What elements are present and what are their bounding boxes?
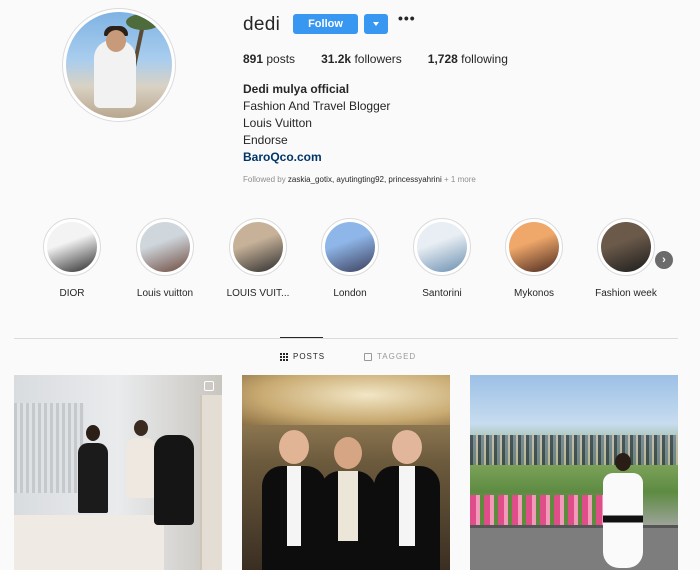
followed-by-prefix: Followed by xyxy=(243,175,288,184)
highlight-cover xyxy=(509,222,559,272)
tabs-divider xyxy=(14,338,678,339)
highlight-label: DIOR xyxy=(59,288,85,299)
highlight-item[interactable]: LOUIS VUIT... xyxy=(218,218,298,299)
tab-tagged-label: TAGGED xyxy=(377,352,417,361)
bio-line: Endorse xyxy=(243,133,288,147)
following-count: 1,728 xyxy=(427,52,458,66)
posts-stat: 891 posts xyxy=(243,52,295,66)
full-name: Dedi mulya official xyxy=(243,82,350,96)
highlight-cover xyxy=(140,222,190,272)
profile-avatar[interactable] xyxy=(66,12,172,118)
follow-button[interactable]: Follow xyxy=(293,14,358,34)
profile-stats: 891 posts 31.2k followers 1,728 followin… xyxy=(243,52,534,66)
suggested-dropdown-button[interactable] xyxy=(364,14,388,34)
tab-posts[interactable]: POSTS xyxy=(280,352,325,361)
active-tab-indicator xyxy=(280,337,323,338)
chevron-down-icon xyxy=(373,22,379,26)
highlight-cover xyxy=(47,222,97,272)
highlight-item[interactable]: Louis vuitton xyxy=(125,218,205,299)
multi-photo-icon xyxy=(204,381,214,391)
highlight-ring xyxy=(136,218,194,276)
person-figure xyxy=(76,425,110,555)
highlight-ring xyxy=(413,218,471,276)
followers-stat-label: followers xyxy=(354,52,402,66)
followers-count: 31.2k xyxy=(321,52,352,66)
window-blinds xyxy=(14,403,84,493)
palm-leaves xyxy=(126,14,160,30)
shelf xyxy=(200,395,222,570)
post-thumbnail[interactable] xyxy=(242,375,450,570)
person-figure xyxy=(374,430,440,570)
tab-posts-label: POSTS xyxy=(293,352,326,361)
username: dedi xyxy=(243,14,281,35)
highlight-label: Fashion week xyxy=(595,288,657,299)
highlight-item[interactable]: DIOR xyxy=(32,218,112,299)
highlight-item[interactable]: Fashion week xyxy=(586,218,666,299)
avatar-head xyxy=(106,30,126,52)
highlight-cover xyxy=(233,222,283,272)
highlight-item[interactable]: Mykonos xyxy=(494,218,574,299)
highlight-label: Mykonos xyxy=(513,288,554,299)
followed-by-more: + 1 more xyxy=(441,175,476,184)
post-thumbnail[interactable] xyxy=(470,375,678,570)
following-stat-label: following xyxy=(461,52,508,66)
highlight-ring xyxy=(597,218,655,276)
mannequin-dress xyxy=(154,435,194,525)
post-thumbnail[interactable] xyxy=(14,375,222,570)
person-figure xyxy=(598,453,648,570)
highlight-ring xyxy=(229,218,287,276)
grid-icon xyxy=(280,352,288,361)
highlight-label: Santorini xyxy=(422,288,462,299)
highlight-label: Louis vuitton xyxy=(136,288,194,299)
highlight-label: London xyxy=(333,288,367,299)
posts-stat-label: posts xyxy=(266,52,296,66)
highlight-item[interactable]: London xyxy=(310,218,390,299)
followers-stat[interactable]: 31.2k followers xyxy=(321,52,402,66)
highlight-cover xyxy=(325,222,375,272)
website-link[interactable]: BaroQco.com xyxy=(243,150,322,164)
posts-count: 891 xyxy=(243,52,264,66)
ceiling-lights xyxy=(242,375,450,425)
tab-tagged[interactable]: TAGGED xyxy=(364,352,416,361)
person-figure xyxy=(262,430,326,570)
highlight-label: LOUIS VUIT... xyxy=(226,288,290,299)
person-figure xyxy=(124,420,158,550)
tag-icon xyxy=(364,352,372,361)
highlight-cover xyxy=(417,222,467,272)
followed-by-users: zaskia_gotix, ayutingting92, princessyah… xyxy=(287,175,442,184)
bio-line: Louis Vuitton xyxy=(243,116,312,130)
person-figure xyxy=(320,437,376,570)
following-stat[interactable]: 1,728 following xyxy=(428,52,508,66)
more-options-icon[interactable]: ••• xyxy=(398,10,416,26)
chevron-right-icon[interactable]: › xyxy=(655,251,673,269)
highlight-ring xyxy=(43,218,101,276)
flower-bed xyxy=(470,495,610,525)
bio-line: Fashion And Travel Blogger xyxy=(243,99,391,113)
highlight-ring xyxy=(321,218,379,276)
highlight-ring xyxy=(505,218,563,276)
followed-by-text[interactable]: Followed by zaskia_gotix, ayutingting92,… xyxy=(243,175,476,184)
highlight-item[interactable]: Santorini xyxy=(402,218,482,299)
highlight-cover xyxy=(601,222,651,272)
